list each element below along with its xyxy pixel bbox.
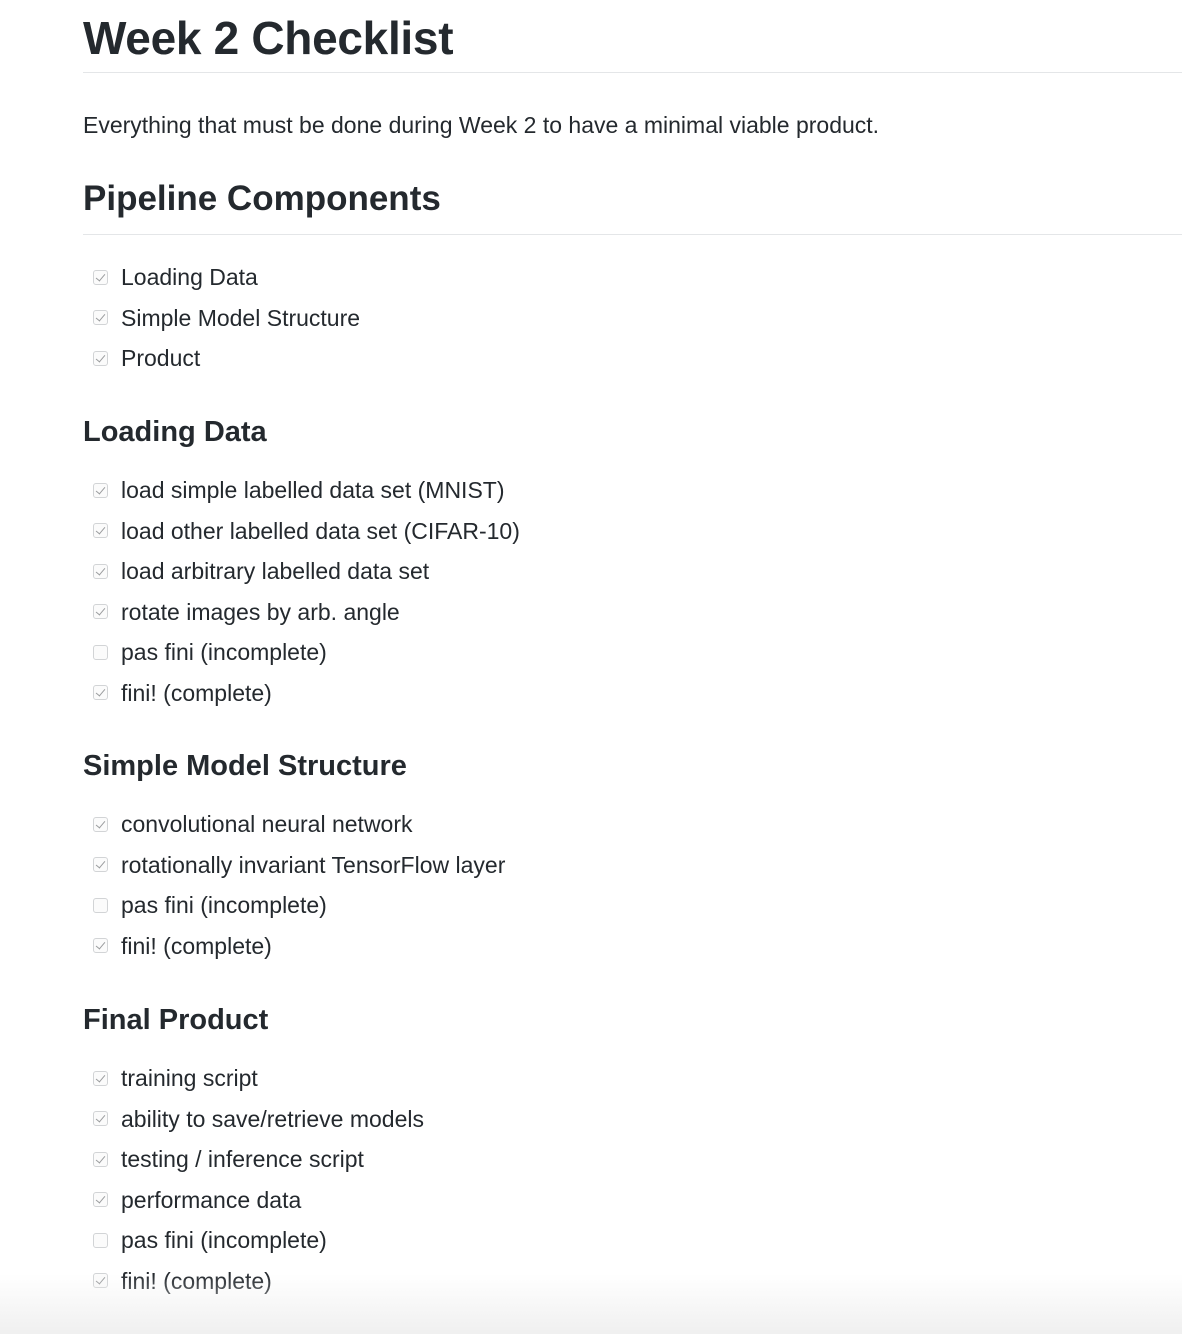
list-item: ability to save/retrieve models	[83, 1099, 424, 1140]
checklist-final-product: training script ability to save/retrieve…	[83, 1058, 424, 1301]
list-item-label: rotate images by arb. angle	[121, 598, 400, 625]
list-item-label: pas fini (incomplete)	[121, 892, 327, 919]
checkbox[interactable]	[93, 350, 108, 366]
list-item: rotationally invariant TensorFlow layer	[83, 845, 505, 886]
checkbox[interactable]	[93, 269, 108, 285]
list-item-label: rotationally invariant TensorFlow layer	[121, 851, 506, 878]
section-heading-loading-data: Loading Data	[83, 416, 267, 448]
list-item: load arbitrary labelled data set	[83, 551, 520, 592]
checkbox[interactable]	[93, 1232, 108, 1248]
list-item: Simple Model Structure	[83, 298, 360, 339]
intro-paragraph: Everything that must be done during Week…	[83, 112, 880, 138]
checkbox[interactable]	[93, 1273, 108, 1289]
checkbox[interactable]	[93, 604, 108, 620]
list-item: fini! (complete)	[83, 1261, 424, 1302]
checklist-loading-data: load simple labelled data set (MNIST) lo…	[83, 470, 520, 713]
checklist-simple-model-structure: convolutional neural network rotationall…	[83, 804, 505, 966]
list-item: Loading Data	[83, 257, 360, 298]
list-item-label: Simple Model Structure	[121, 304, 361, 331]
list-item: rotate images by arb. angle	[83, 592, 520, 633]
checkbox[interactable]	[93, 685, 108, 701]
list-item-label: Loading Data	[121, 264, 258, 291]
checkbox[interactable]	[93, 523, 108, 539]
list-item: performance data	[83, 1180, 424, 1221]
list-item-label: fini! (complete)	[121, 1267, 272, 1294]
document: Week 2 Checklist Everything that must be…	[83, 0, 1182, 1294]
list-item-label: fini! (complete)	[121, 679, 272, 706]
checkbox[interactable]	[93, 1151, 108, 1167]
list-item: fini! (complete)	[83, 926, 505, 967]
list-item-label: convolutional neural network	[121, 811, 413, 838]
list-item-label: load other labelled data set (CIFAR-10)	[121, 517, 520, 544]
list-item: testing / inference script	[83, 1139, 424, 1180]
list-item-label: load arbitrary labelled data set	[121, 558, 430, 585]
list-item-label: load simple labelled data set (MNIST)	[121, 477, 505, 504]
checkbox[interactable]	[93, 938, 108, 954]
checkbox[interactable]	[93, 857, 108, 873]
list-item: pas fini (incomplete)	[83, 1220, 424, 1261]
list-item-label: training script	[121, 1065, 258, 1092]
list-item: pas fini (incomplete)	[83, 632, 520, 673]
checkbox[interactable]	[93, 563, 108, 579]
list-item-label: pas fini (incomplete)	[121, 1227, 327, 1254]
list-item-label: performance data	[121, 1186, 302, 1213]
checkbox[interactable]	[93, 482, 108, 498]
list-item-label: ability to save/retrieve models	[121, 1105, 424, 1132]
section-heading-final-product: Final Product	[83, 1004, 269, 1036]
section-heading-pipeline-components: Pipeline Components	[83, 176, 1182, 235]
checkbox[interactable]	[93, 897, 108, 913]
checkbox[interactable]	[93, 644, 108, 660]
checkbox[interactable]	[93, 1070, 108, 1086]
list-item: pas fini (incomplete)	[83, 885, 505, 926]
list-item-label: Product	[121, 345, 201, 372]
checkbox[interactable]	[93, 310, 108, 326]
list-item-label: testing / inference script	[121, 1146, 364, 1173]
list-item: Product	[83, 338, 360, 379]
checkbox[interactable]	[93, 816, 108, 832]
list-item: training script	[83, 1058, 424, 1099]
list-item: fini! (complete)	[83, 673, 520, 714]
list-item: convolutional neural network	[83, 804, 505, 845]
checkbox[interactable]	[93, 1192, 108, 1208]
section-heading-simple-model-structure: Simple Model Structure	[83, 750, 407, 782]
list-item-label: fini! (complete)	[121, 932, 272, 959]
list-item: load other labelled data set (CIFAR-10)	[83, 511, 520, 552]
list-item: load simple labelled data set (MNIST)	[83, 470, 520, 511]
page-title: Week 2 Checklist	[83, 0, 1182, 73]
checkbox[interactable]	[93, 1111, 108, 1127]
checklist-pipeline-components: Loading Data Simple Model Structure Prod…	[83, 257, 360, 379]
list-item-label: pas fini (incomplete)	[121, 639, 327, 666]
